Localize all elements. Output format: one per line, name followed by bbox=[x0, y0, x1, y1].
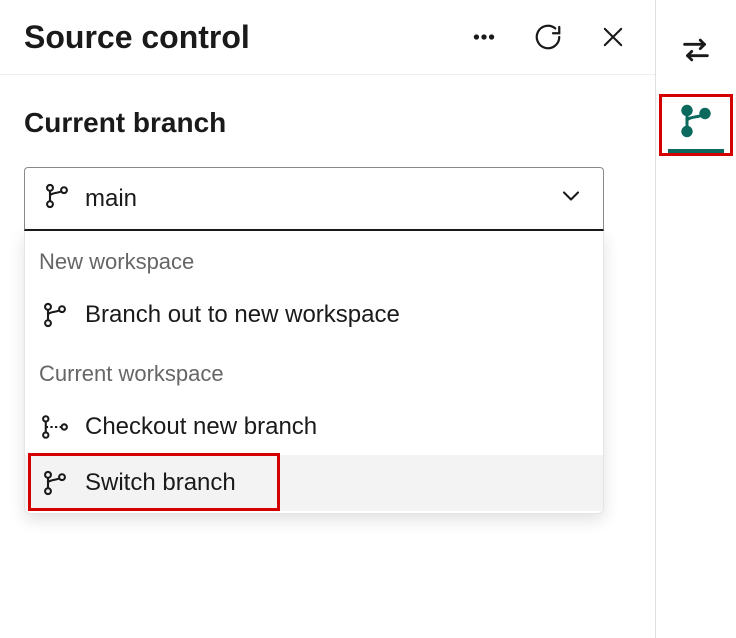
branch-icon bbox=[39, 301, 71, 329]
dropdown-item-label: Checkout new branch bbox=[85, 413, 317, 441]
panel-title: Source control bbox=[24, 19, 467, 56]
swap-icon bbox=[679, 33, 713, 67]
rail-swap-button[interactable] bbox=[672, 26, 720, 74]
rail-active-indicator bbox=[668, 149, 724, 153]
panel-header: Source control bbox=[0, 0, 655, 75]
dropdown-item-switch-branch[interactable]: Switch branch bbox=[25, 455, 603, 511]
current-branch-label: Current branch bbox=[24, 107, 631, 139]
more-icon bbox=[471, 24, 497, 50]
branch-select-value: main bbox=[85, 185, 557, 213]
right-rail bbox=[656, 0, 736, 638]
dropdown-group-current-workspace: Current workspace bbox=[25, 343, 603, 399]
close-icon bbox=[599, 23, 627, 51]
dropdown-item-label: Switch branch bbox=[85, 469, 236, 497]
panel-content: Current branch main New workspace bbox=[0, 75, 655, 546]
dropdown-group-new-workspace: New workspace bbox=[25, 231, 603, 287]
chevron-down-icon bbox=[557, 182, 585, 215]
refresh-button[interactable] bbox=[529, 18, 567, 56]
branch-select[interactable]: main bbox=[24, 167, 604, 231]
branch-dropdown: New workspace Branch out to new workspac… bbox=[24, 231, 604, 514]
rail-source-control-button[interactable] bbox=[672, 103, 720, 139]
switch-branch-icon bbox=[39, 469, 71, 497]
refresh-icon bbox=[533, 22, 563, 52]
dropdown-item-branch-out[interactable]: Branch out to new workspace bbox=[25, 287, 603, 343]
dropdown-item-label: Branch out to new workspace bbox=[85, 301, 400, 329]
checkout-icon bbox=[39, 413, 71, 441]
dropdown-item-checkout[interactable]: Checkout new branch bbox=[25, 399, 603, 455]
branch-icon bbox=[43, 182, 71, 215]
rail-source-control-selected bbox=[659, 94, 733, 156]
source-control-panel: Source control bbox=[0, 0, 656, 638]
close-button[interactable] bbox=[595, 19, 631, 55]
more-button[interactable] bbox=[467, 20, 501, 54]
header-actions bbox=[467, 18, 631, 56]
source-control-icon bbox=[678, 103, 714, 139]
